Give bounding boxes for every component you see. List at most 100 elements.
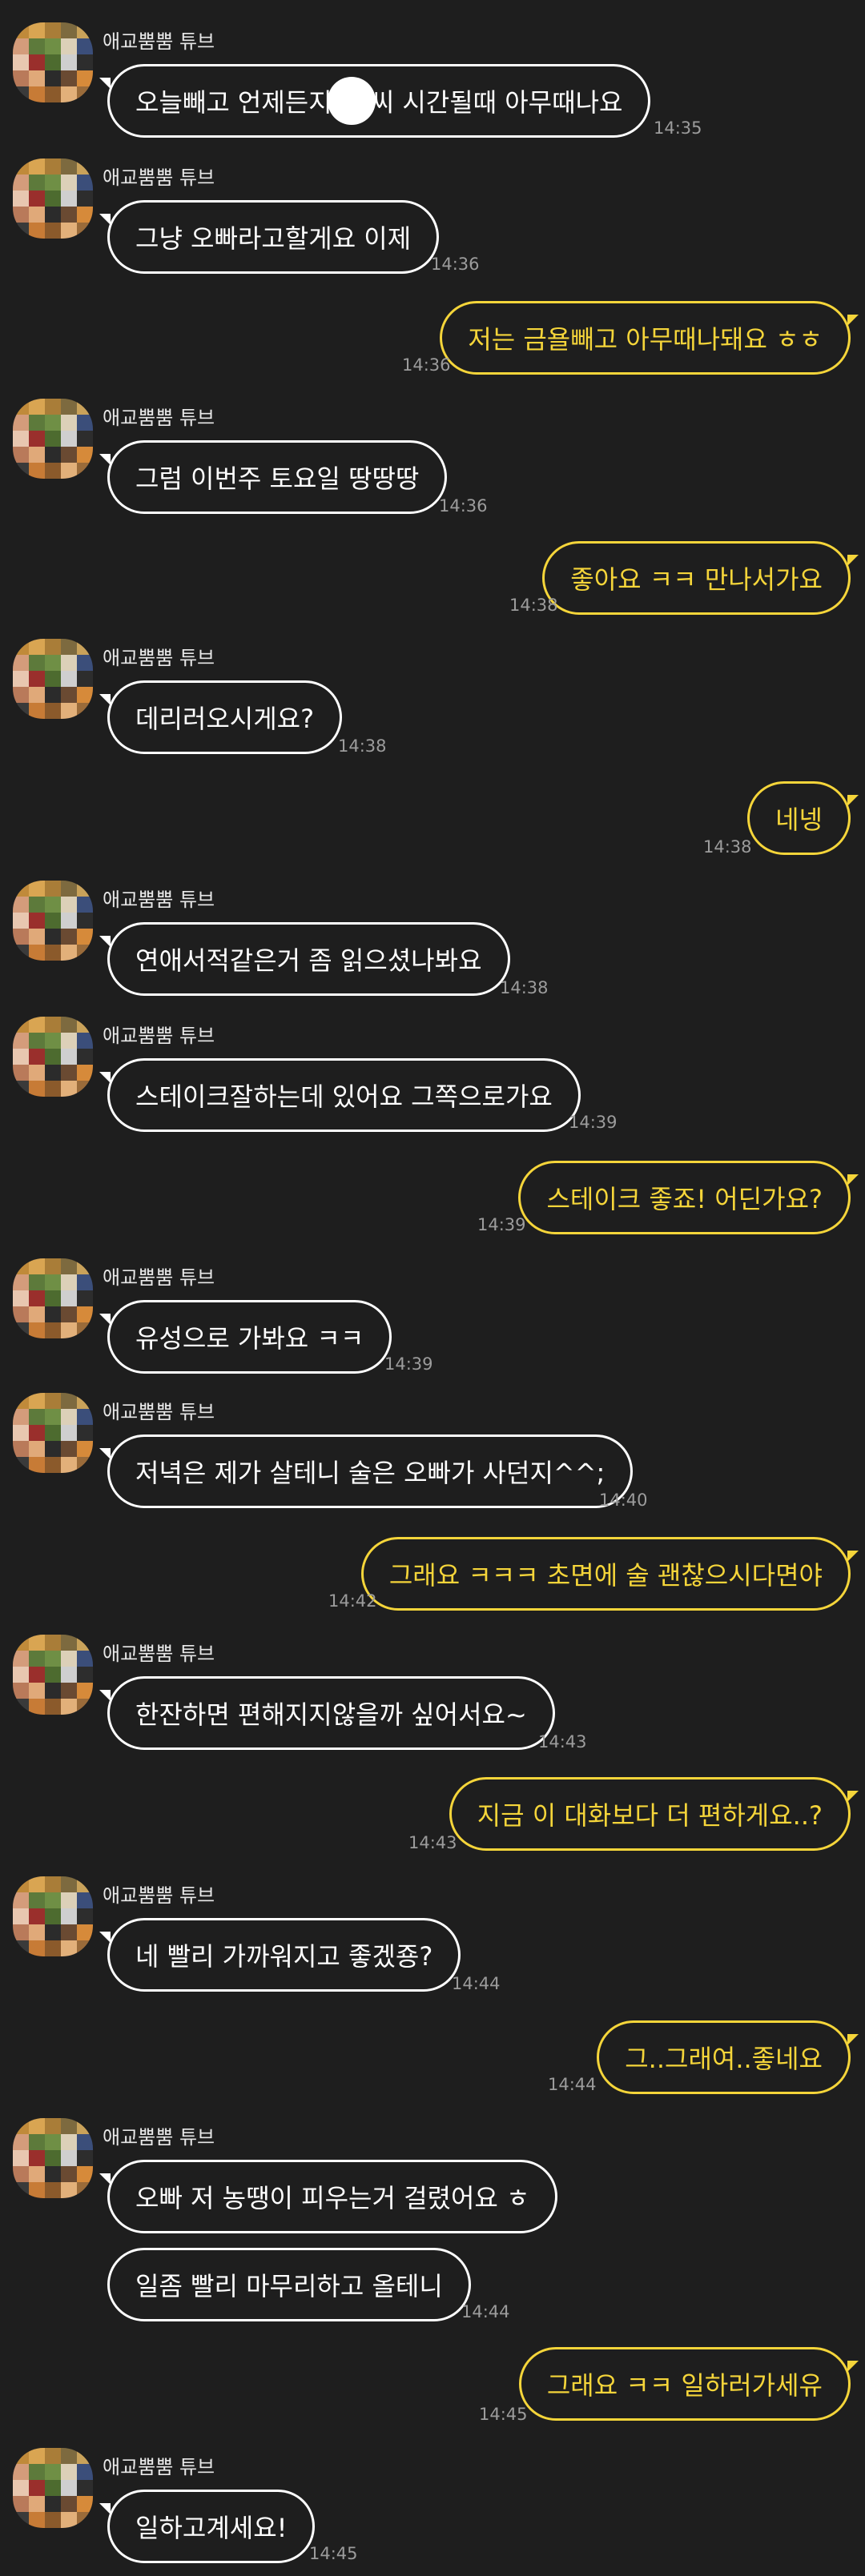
- message-bubble-incoming[interactable]: 연애서적같은거 좀 읽으셨나봐요: [107, 922, 510, 996]
- avatar-pixel: [61, 1940, 77, 1956]
- message-time: 14:38: [509, 596, 558, 615]
- avatar-pixel: [29, 223, 45, 239]
- message-bubble-incoming[interactable]: 그럼 이번주 토요일 땅땅땅: [107, 440, 448, 514]
- message-bubble-incoming[interactable]: 일좀 빨리 마무리하고 올테니: [107, 2248, 471, 2321]
- sender-avatar[interactable]: [13, 1393, 93, 1473]
- avatar-pixel: [45, 2134, 61, 2150]
- avatar-pixel: [77, 1409, 93, 1425]
- message-bubble-incoming[interactable]: 그냥 오빠라고할게요 이제: [107, 200, 440, 274]
- avatar-pixel: [13, 431, 29, 447]
- avatar-pixel: [45, 1651, 61, 1667]
- avatar-pixel: [13, 1940, 29, 1956]
- avatar-pixel: [77, 463, 93, 479]
- avatar-pixel: [77, 1017, 93, 1033]
- avatar-pixel: [45, 175, 61, 191]
- avatar-pixel: [13, 22, 29, 38]
- redacted-name-blur: [327, 77, 376, 125]
- sender-avatar[interactable]: [13, 2448, 93, 2528]
- avatar-pixel: [13, 2496, 29, 2512]
- avatar-pixel: [29, 2480, 45, 2496]
- message-text: 그럼 이번주 토요일 땅땅땅: [135, 463, 420, 494]
- avatar-pixel: [61, 431, 77, 447]
- avatar-pixel: [61, 399, 77, 415]
- message-bubble-outgoing[interactable]: 그래요 ㅋㅋ 일하러가세유: [518, 2347, 851, 2421]
- avatar-pixel: [45, 687, 61, 703]
- sender-avatar[interactable]: [13, 158, 93, 239]
- sender-avatar[interactable]: [13, 1876, 93, 1956]
- message-bubble-incoming[interactable]: 오빠 저 농땡이 피우는거 걸렸어요 ㅎ: [107, 2160, 558, 2233]
- avatar-pixel: [13, 1908, 29, 1924]
- avatar-pixel: [45, 1033, 61, 1049]
- avatar-pixel: [77, 1699, 93, 1715]
- message-time: 14:39: [477, 1215, 526, 1234]
- sender-avatar[interactable]: [13, 2118, 93, 2198]
- avatar-pixel: [77, 431, 93, 447]
- avatar-pixel: [13, 1924, 29, 1940]
- avatar-pixel: [13, 447, 29, 463]
- message-bubble-incoming[interactable]: 유성으로 가봐요 ㅋㅋ: [107, 1300, 392, 1374]
- avatar-pixel: [29, 703, 45, 719]
- avatar-pixel: [61, 2448, 77, 2464]
- message-bubble-outgoing[interactable]: 그래요 ㅋㅋㅋ 초면에 술 괜찮으시다면야: [360, 1537, 851, 1611]
- avatar-pixel: [61, 22, 77, 38]
- avatar-pixel: [45, 22, 61, 38]
- avatar-pixel: [29, 463, 45, 479]
- avatar-pixel: [61, 70, 77, 86]
- avatar-pixel: [61, 175, 77, 191]
- message-time: 14:42: [328, 1591, 377, 1611]
- avatar-pixel: [29, 447, 45, 463]
- sender-avatar[interactable]: [13, 1635, 93, 1715]
- message-bubble-outgoing[interactable]: 스테이크 좋죠! 어딘가요?: [518, 1161, 851, 1234]
- avatar-pixel: [61, 54, 77, 70]
- avatar-pixel: [29, 1441, 45, 1457]
- sender-avatar[interactable]: [13, 1017, 93, 1097]
- sender-name: 애교뿜뿜 튜브: [103, 1643, 215, 1665]
- avatar-pixel: [77, 2496, 93, 2512]
- avatar-pixel: [77, 86, 93, 102]
- message-text: 데리러오시게요?: [135, 704, 315, 734]
- message-bubble-incoming[interactable]: 일하고계세요!: [107, 2490, 316, 2563]
- avatar-pixel: [61, 1876, 77, 1892]
- avatar-pixel: [61, 223, 77, 239]
- message-bubble-outgoing[interactable]: 그..그래여..좋네요: [597, 2020, 851, 2094]
- avatar-pixel: [29, 881, 45, 897]
- avatar-pixel: [77, 207, 93, 223]
- avatar-pixel: [77, 1258, 93, 1274]
- sender-avatar[interactable]: [13, 399, 93, 479]
- message-text: 그래요 ㅋㅋㅋ 초면에 술 괜찮으시다면야: [388, 1560, 823, 1591]
- avatar-pixel: [45, 703, 61, 719]
- sender-avatar[interactable]: [13, 1258, 93, 1338]
- message-bubble-outgoing[interactable]: 지금 이 대화보다 더 편하게요..?: [449, 1777, 851, 1851]
- avatar-pixel: [13, 639, 29, 655]
- message-bubble-incoming[interactable]: 저녁은 제가 살테니 술은 오빠가 사던지^^;: [107, 1434, 634, 1508]
- avatar-pixel: [29, 158, 45, 175]
- message-bubble-incoming[interactable]: 스테이크잘하는데 있어요 그쪽으로가요: [107, 1058, 581, 1132]
- avatar-pixel: [13, 703, 29, 719]
- sender-avatar[interactable]: [13, 639, 93, 719]
- message-bubble-incoming[interactable]: 데리러오시게요?: [107, 680, 343, 754]
- message-bubble-outgoing[interactable]: 좋아요 ㅋㅋ 만나서가요: [542, 541, 851, 615]
- message-time: 14:44: [452, 1974, 501, 1993]
- avatar-pixel: [13, 881, 29, 897]
- avatar-pixel: [45, 639, 61, 655]
- avatar-pixel: [77, 897, 93, 913]
- avatar-pixel: [45, 1049, 61, 1065]
- message-bubble-incoming[interactable]: 네 빨리 가까워지고 좋겠죵?: [107, 1918, 461, 1992]
- message-bubble-outgoing[interactable]: 저는 금욜빼고 아무때나돼요 ㅎㅎ: [440, 301, 851, 375]
- sender-avatar[interactable]: [13, 881, 93, 961]
- message-text: 저녁은 제가 살테니 술은 오빠가 사던지^^;: [135, 1458, 606, 1488]
- avatar-pixel: [45, 38, 61, 54]
- sender-avatar[interactable]: [13, 22, 93, 102]
- avatar-pixel: [45, 1409, 61, 1425]
- message-bubble-outgoing[interactable]: 네넹: [747, 781, 851, 855]
- avatar-pixel: [13, 1274, 29, 1290]
- avatar-pixel: [77, 1306, 93, 1322]
- avatar-pixel: [29, 207, 45, 223]
- avatar-pixel: [29, 1049, 45, 1065]
- message-bubble-incoming[interactable]: 한잔하면 편해지지않을까 싶어서요~: [107, 1676, 555, 1750]
- avatar-pixel: [13, 1651, 29, 1667]
- avatar-pixel: [45, 1290, 61, 1306]
- message-bubble-incoming[interactable]: 오늘빼고 언제든지 씨 시간될때 아무때나요: [107, 64, 651, 138]
- message-text: 네 빨리 가까워지고 좋겠죵?: [135, 1941, 433, 1972]
- avatar-pixel: [13, 2150, 29, 2166]
